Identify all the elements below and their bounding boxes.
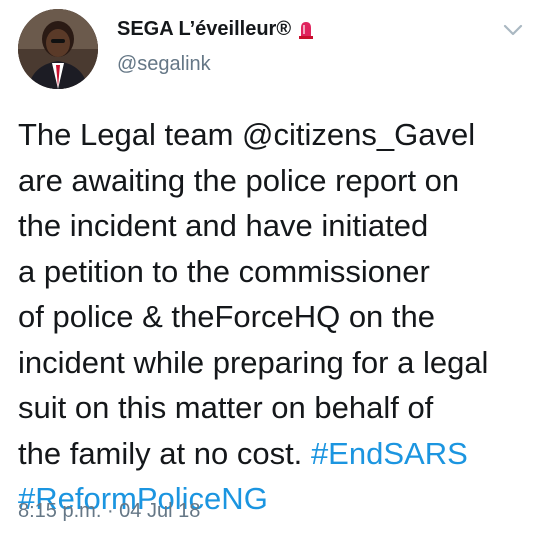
tweet-timestamp[interactable]: 8:15 p.m. · 04 Jul 18 <box>18 500 200 523</box>
profile-photo <box>18 9 98 89</box>
hashtag-endsars[interactable]: #EndSARS <box>311 436 468 471</box>
tweet-line-with-hashtag: the family at no cost. #EndSARS <box>18 431 528 477</box>
display-name[interactable]: SEGA L’éveilleur® <box>117 18 291 41</box>
tweet-line: of police & theForceHQ on the <box>18 299 436 334</box>
tweet-line: the incident and have initiated <box>18 208 429 243</box>
tweet-line: a petition to the commissioner <box>18 253 430 289</box>
siren-icon <box>297 20 315 40</box>
user-handle[interactable]: @segalink <box>117 53 211 76</box>
tweet-line: incident while preparing for a legal <box>18 344 489 380</box>
tweet-line: the family at no cost. <box>18 435 303 471</box>
meta-separator: · <box>101 500 120 522</box>
tweet-line: are awaiting the police report on <box>18 162 460 198</box>
display-name-row[interactable]: SEGA L’éveilleur® <box>117 18 315 41</box>
tweet-line: The Legal team @citizens_Gavel <box>18 117 476 152</box>
tweet-time: 8:15 p.m. <box>18 500 102 522</box>
tweet-line: suit on this matter on behalf of <box>18 390 434 425</box>
chevron-down-icon[interactable] <box>502 22 524 38</box>
tweet-date: 04 Jul 18 <box>119 500 201 522</box>
tweet-card: SEGA L’éveilleur® @segalink The Legal te… <box>0 0 540 544</box>
avatar[interactable] <box>18 9 98 89</box>
tweet-text: The Legal team @citizens_Gavel are await… <box>18 112 528 522</box>
